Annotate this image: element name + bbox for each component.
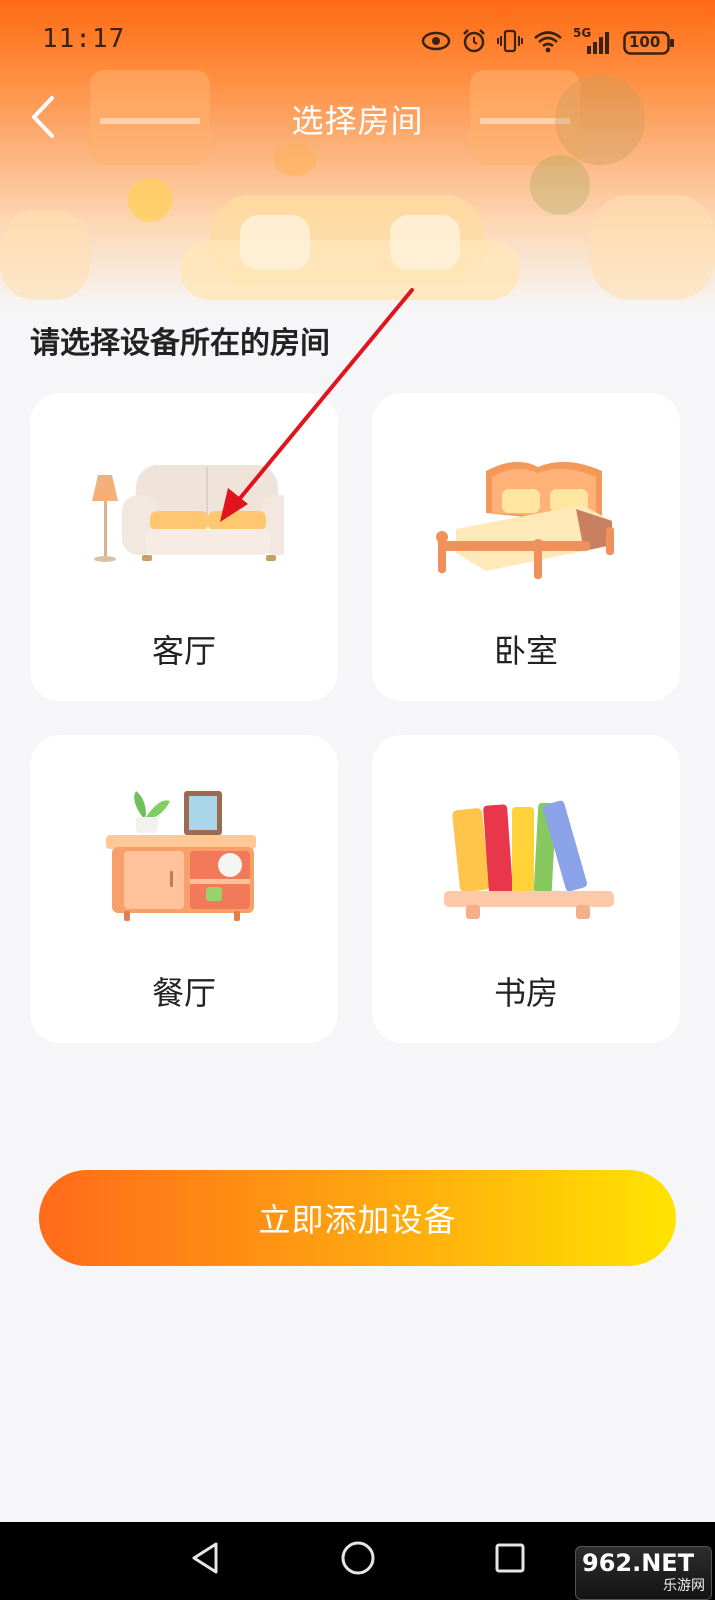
add-device-button[interactable]: 立即添加设备: [39, 1170, 676, 1266]
triangle-back-icon: [192, 1542, 218, 1574]
nav-home-button[interactable]: [338, 1538, 378, 1582]
add-device-label: 立即添加设备: [258, 1201, 457, 1239]
annotation-arrow: [220, 288, 414, 522]
watermark-main-text: 962.NET: [582, 1549, 695, 1577]
site-watermark: 962.NET 乐游网: [575, 1546, 712, 1600]
nav-back-button[interactable]: [186, 1538, 226, 1582]
circle-home-icon: [341, 1541, 375, 1575]
nav-recents-button[interactable]: [490, 1538, 530, 1582]
watermark-sub-text: 乐游网: [663, 1578, 705, 1594]
square-recents-icon: [495, 1543, 525, 1573]
